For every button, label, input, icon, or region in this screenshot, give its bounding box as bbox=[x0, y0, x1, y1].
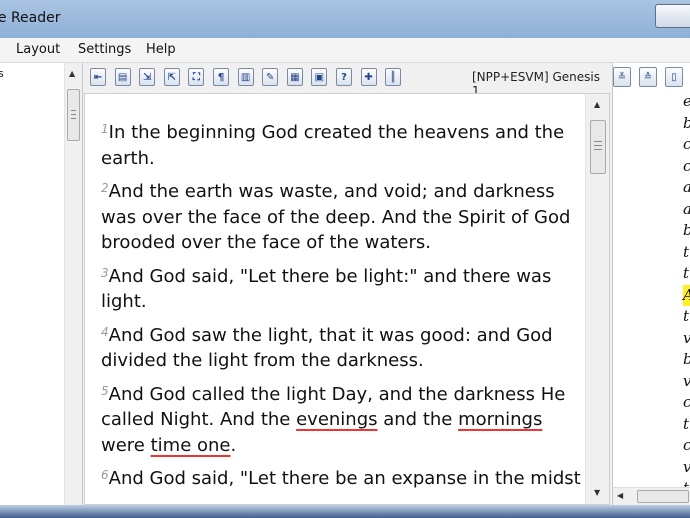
page-icon[interactable]: ▤ bbox=[114, 68, 131, 86]
menu-bar: Layout Settings Help bbox=[0, 38, 690, 63]
parallel-text-line: c bbox=[683, 134, 690, 156]
marked-word: mornings bbox=[458, 409, 543, 430]
left-scrollbar[interactable]: ▲ bbox=[64, 63, 82, 505]
import-icon[interactable]: ⇲ bbox=[139, 68, 156, 86]
chart-icon[interactable]: ▥ bbox=[237, 68, 254, 86]
parallel-text-line: A bbox=[683, 284, 690, 306]
left-pane-label[interactable]: s bbox=[0, 67, 4, 80]
title-bar: le Reader bbox=[0, 0, 690, 38]
save-icon[interactable]: ▣ bbox=[311, 68, 328, 86]
scroll-up-icon[interactable]: ▲ bbox=[69, 69, 75, 78]
verse-number: 3 bbox=[101, 265, 109, 280]
marked-word: evenings bbox=[296, 409, 378, 430]
verse-text: and the bbox=[377, 409, 459, 430]
right-pane: ≚ ≙ ▯ ebccaabttAtvbvctcvt ◀ bbox=[612, 63, 690, 505]
parallel-text-line: v bbox=[683, 371, 690, 393]
panel-icon[interactable]: ▯ bbox=[665, 67, 683, 87]
parallel-text-line: c bbox=[683, 435, 690, 457]
parallel-text: ebccaabttAtvbvctcvt bbox=[683, 91, 690, 500]
parallel-text-line: a bbox=[683, 199, 690, 221]
parallel-text-line: b bbox=[683, 113, 690, 135]
parallel-text-line: e bbox=[683, 91, 690, 113]
parallel-text-line: t bbox=[683, 264, 690, 282]
scroll-up-icon[interactable]: ▲ bbox=[594, 100, 600, 109]
taskbar-strip bbox=[0, 505, 690, 518]
verse-number: 1 bbox=[101, 122, 109, 136]
verse[interactable]: 4And God saw the light, that it was good… bbox=[101, 323, 581, 374]
marked-word: time one bbox=[150, 434, 231, 456]
minimize-button[interactable] bbox=[655, 4, 690, 28]
fit-icon[interactable]: ⛶ bbox=[188, 68, 205, 86]
parallel-text-line: t bbox=[683, 242, 690, 261]
verse[interactable]: 2And the earth was waste, and void; and … bbox=[101, 179, 581, 256]
scroll-left-icon[interactable]: ◀ bbox=[617, 491, 623, 500]
verse-text: And God said, "Let there be light:" and … bbox=[101, 265, 552, 313]
verse[interactable]: 5And God called the light Day, and the d… bbox=[101, 382, 581, 459]
left-pane: s ▲ bbox=[0, 63, 83, 505]
verse-number: 4 bbox=[101, 324, 109, 339]
verse-text: . bbox=[230, 434, 237, 456]
help-icon[interactable]: ? bbox=[336, 68, 352, 86]
left-scroll-thumb[interactable] bbox=[67, 89, 80, 141]
parallel-text-line: t bbox=[683, 307, 690, 325]
verse[interactable]: 1In the beginning God created the heaven… bbox=[101, 120, 581, 171]
parallel-text-line: v bbox=[683, 328, 690, 350]
verse-number: 5 bbox=[101, 383, 109, 398]
right-hscroll-thumb[interactable] bbox=[637, 490, 689, 503]
verse-text: were bbox=[101, 434, 151, 456]
flag-icon[interactable]: ✚ bbox=[360, 68, 377, 86]
parallel-text-line: a bbox=[683, 177, 690, 199]
paragraph-icon[interactable]: ¶ bbox=[213, 68, 229, 86]
toolbar: [NPP+ESVM] Genesis 1 ⇤ ▤ ⇲ ⇱ ⛶ ¶ ▥ ✎ ▦ ▣? ✚ ║ bbox=[84, 63, 610, 98]
verse-text: And God saw the light, that it was good:… bbox=[101, 324, 553, 372]
verse-text: And the earth was waste, and void; and d… bbox=[101, 181, 571, 253]
books-icon[interactable]: ║ bbox=[385, 68, 402, 86]
verse[interactable]: 6And God said, "Let there be an expanse … bbox=[101, 466, 581, 492]
chevron-up-icon[interactable]: ≙ bbox=[639, 67, 657, 87]
right-hscrollbar[interactable]: ◀ bbox=[613, 487, 690, 505]
verse-list: 1In the beginning God created the heaven… bbox=[101, 120, 581, 500]
grid-icon[interactable]: ▦ bbox=[286, 68, 303, 86]
parallel-text-line: v bbox=[683, 457, 690, 479]
menu-help[interactable]: Help bbox=[146, 42, 176, 57]
back-icon[interactable]: ⇤ bbox=[90, 68, 106, 86]
export-icon[interactable]: ⇱ bbox=[163, 68, 180, 86]
parallel-text-line: b bbox=[683, 220, 690, 242]
parallel-text-line: b bbox=[683, 349, 690, 371]
menu-settings[interactable]: Settings bbox=[78, 42, 131, 57]
text-scroll-thumb[interactable] bbox=[590, 120, 606, 174]
verse-text: In the beginning God created the heavens… bbox=[101, 122, 565, 169]
verse-number: 6 bbox=[101, 468, 109, 482]
edit-icon[interactable]: ✎ bbox=[262, 68, 279, 86]
verse-text: And God said, "Let there be an expanse i… bbox=[108, 468, 581, 489]
menu-layout[interactable]: Layout bbox=[16, 42, 60, 57]
chevron-down-icon[interactable]: ≚ bbox=[613, 67, 631, 87]
parallel-text-line: t bbox=[683, 414, 690, 433]
bible-text-pane: 1In the beginning God created the heaven… bbox=[84, 93, 610, 505]
window-title: le Reader bbox=[0, 10, 61, 26]
text-scrollbar[interactable]: ▲ ▼ bbox=[585, 94, 609, 504]
scroll-down-icon[interactable]: ▼ bbox=[594, 488, 600, 497]
verse-number: 2 bbox=[101, 181, 109, 195]
parallel-text-line: c bbox=[683, 156, 690, 178]
parallel-text-line: c bbox=[683, 392, 690, 414]
verse[interactable]: 3And God said, "Let there be light:" and… bbox=[101, 264, 581, 315]
